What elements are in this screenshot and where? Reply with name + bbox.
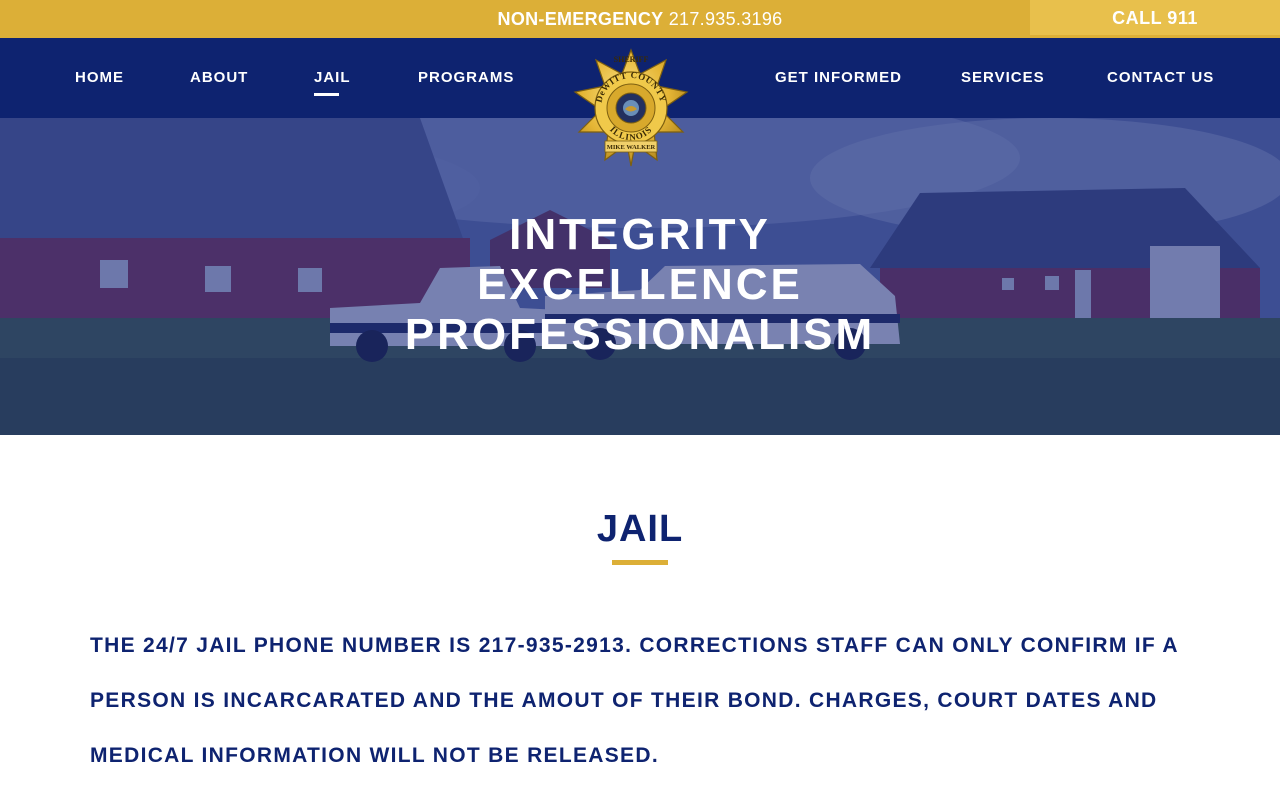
badge-name-text: MIKE WALKER [607,144,656,151]
non-emergency-label: NON-EMERGENCY [497,9,664,29]
nav-item-contact-us[interactable]: CONTACT US [1107,38,1214,118]
nav-item-get-informed[interactable]: GET INFORMED [775,38,902,118]
page-title: JAIL [596,508,684,550]
motto-line-excellence: EXCELLENCE [477,260,803,309]
non-emergency-number[interactable]: 217.935.3196 [669,9,783,29]
sheriff-badge-logo[interactable]: DeWITT COUNTY ILLINOIS SHERIFF MIKE WALK… [571,48,691,168]
top-bar: NON-EMERGENCY 217.935.3196 CALL 911 [0,0,1280,38]
call-911-button[interactable]: CALL 911 [1030,0,1280,35]
badge-top-text: SHERIFF [614,55,649,64]
hero-motto: INTEGRITY EXCELLENCE PROFESSIONALISM [0,210,1280,360]
nav-item-programs[interactable]: PROGRAMS [418,38,514,118]
title-underline [612,560,668,565]
nav-item-home[interactable]: HOME [75,38,124,118]
nav-item-about[interactable]: ABOUT [190,38,248,118]
nav-item-services[interactable]: SERVICES [961,38,1045,118]
nav-item-jail[interactable]: JAIL [314,38,351,118]
motto-line-professionalism: PROFESSIONALISM [404,310,876,359]
jail-info-text: THE 24/7 JAIL PHONE NUMBER IS 217-935-29… [90,634,1179,767]
motto-line-integrity: INTEGRITY [509,210,771,259]
